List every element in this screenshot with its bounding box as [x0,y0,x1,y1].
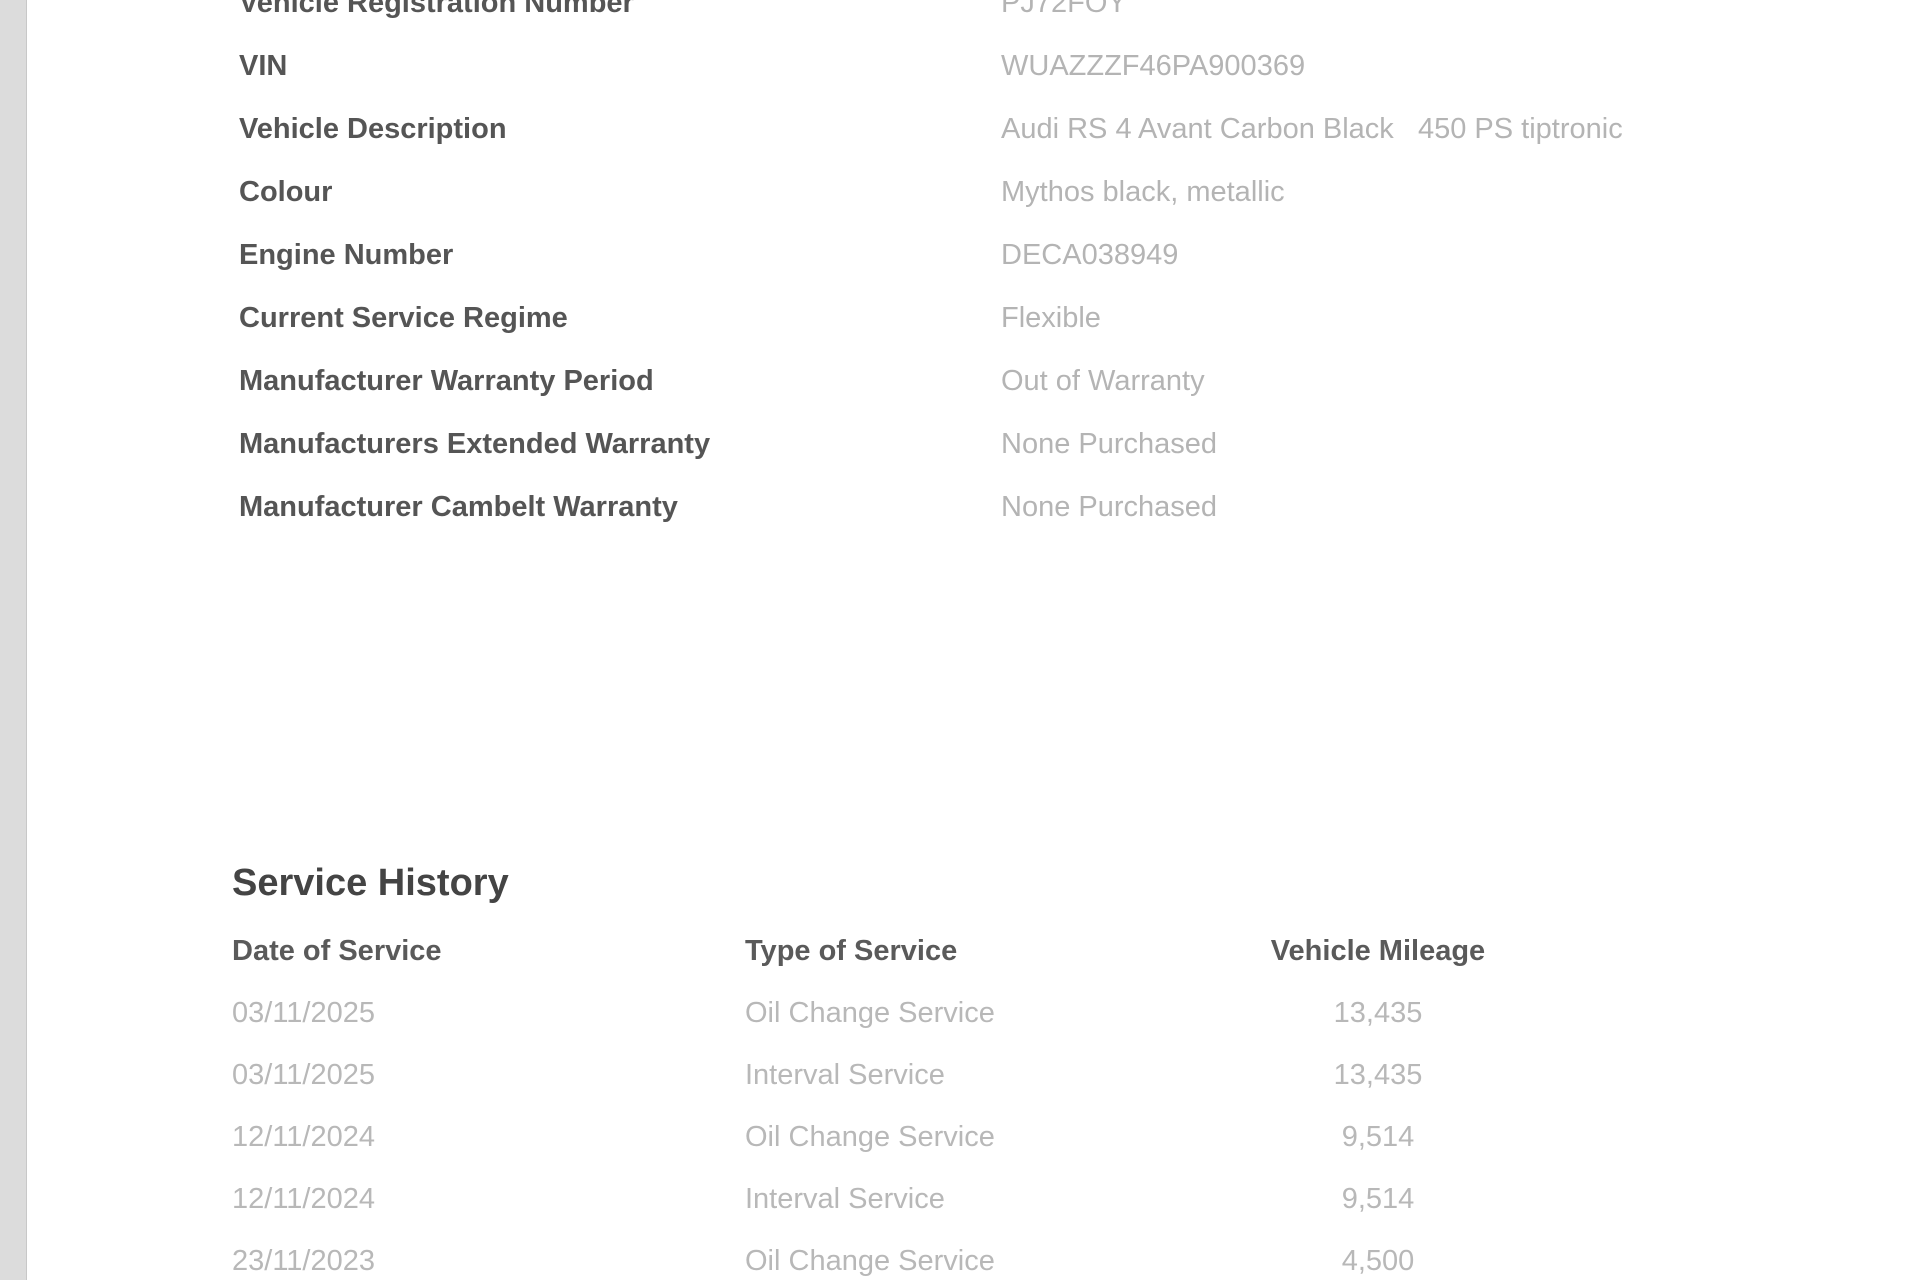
detail-row-engine-number: Engine Number DECA038949 [239,224,1739,287]
service-date: 12/11/2024 [232,1120,375,1153]
detail-value: Audi RS 4 Avant Carbon Black 450 PS tipt… [1001,113,1623,145]
column-header-mileage: Vehicle Mileage [1270,934,1486,967]
service-type: Interval Service [745,1182,945,1215]
service-history-table: Date of Service Type of Service Vehicle … [232,920,1532,1280]
detail-row-colour: Colour Mythos black, metallic [239,161,1739,224]
service-mileage: 13,435 [1333,996,1423,1029]
detail-row-description: Vehicle Description Audi RS 4 Avant Carb… [239,98,1739,161]
service-type: Interval Service [745,1058,945,1091]
detail-row-extended-warranty: Manufacturers Extended Warranty None Pur… [239,413,1739,476]
detail-label: Manufacturer Cambelt Warranty [239,491,678,523]
document-page: Vehicle Registration Number PJ72FOY VIN … [0,0,1920,1280]
table-row: 12/11/2024 Oil Change Service 9,514 [232,1106,1532,1168]
service-mileage: 4,500 [1341,1244,1415,1277]
service-date: 03/11/2025 [232,1058,375,1091]
detail-label: Manufacturer Warranty Period [239,365,654,397]
column-header-type: Type of Service [745,934,958,967]
service-mileage: 9,514 [1341,1120,1415,1153]
vehicle-details-list: Vehicle Registration Number PJ72FOY VIN … [239,0,1739,539]
service-date: 03/11/2025 [232,996,375,1029]
table-row: 03/11/2025 Interval Service 13,435 [232,1044,1532,1106]
detail-label: Vehicle Description [239,113,507,145]
detail-value: None Purchased [1001,428,1218,460]
detail-value: None Purchased [1001,491,1218,523]
detail-value: DECA038949 [1001,239,1179,271]
detail-row-warranty-period: Manufacturer Warranty Period Out of Warr… [239,350,1739,413]
detail-value: Out of Warranty [1001,365,1205,397]
page-left-edge [0,0,27,1280]
service-type: Oil Change Service [745,1120,995,1153]
detail-value: Flexible [1001,302,1101,334]
detail-row-cambelt-warranty: Manufacturer Cambelt Warranty None Purch… [239,476,1739,539]
detail-value: WUAZZZF46PA900369 [1001,50,1306,82]
service-date: 12/11/2024 [232,1182,375,1215]
detail-value: PJ72FOY [1001,0,1127,19]
service-mileage: 9,514 [1341,1182,1415,1215]
service-date: 23/11/2023 [232,1244,375,1277]
service-type: Oil Change Service [745,996,995,1029]
detail-label: Current Service Regime [239,302,568,334]
detail-label: Manufacturers Extended Warranty [239,428,711,460]
table-row: 12/11/2024 Interval Service 9,514 [232,1168,1532,1230]
detail-row-registration: Vehicle Registration Number PJ72FOY [239,0,1739,35]
detail-label: Vehicle Registration Number [239,0,634,19]
detail-value: Mythos black, metallic [1001,176,1285,208]
detail-label: VIN [239,50,288,82]
table-row: 23/11/2023 Oil Change Service 4,500 [232,1230,1532,1280]
service-history-title: Service History [232,862,509,904]
detail-label: Colour [239,176,333,208]
table-row: 03/11/2025 Oil Change Service 13,435 [232,982,1532,1044]
table-header-row: Date of Service Type of Service Vehicle … [232,920,1532,982]
detail-row-vin: VIN WUAZZZF46PA900369 [239,35,1739,98]
detail-row-service-regime: Current Service Regime Flexible [239,287,1739,350]
column-header-date: Date of Service [232,934,442,967]
service-mileage: 13,435 [1333,1058,1423,1091]
detail-label: Engine Number [239,239,454,271]
service-type: Oil Change Service [745,1244,995,1277]
